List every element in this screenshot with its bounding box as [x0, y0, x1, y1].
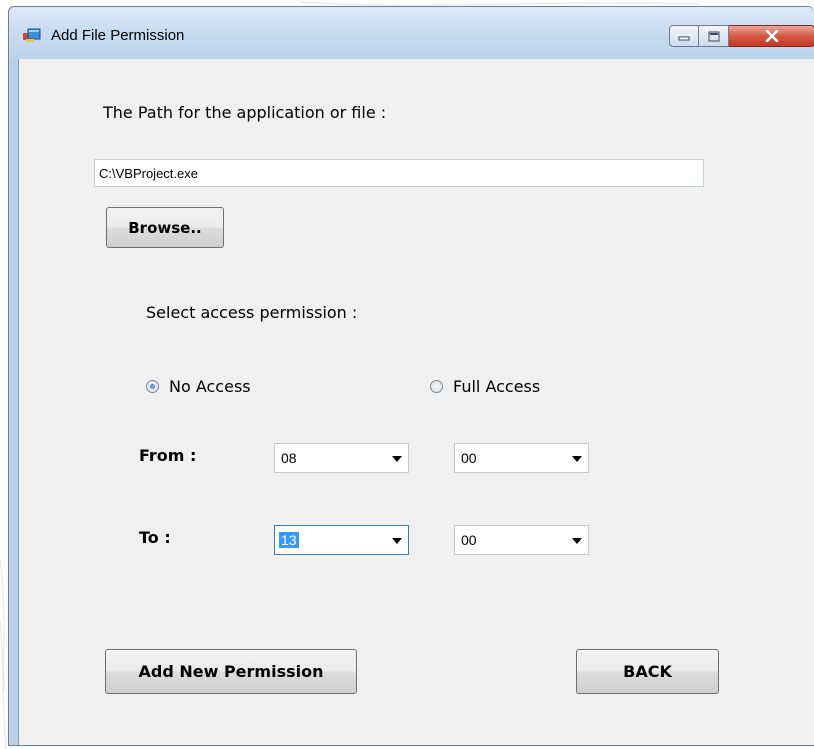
- maximize-button[interactable]: [699, 25, 729, 47]
- path-label: The Path for the application or file :: [103, 103, 387, 122]
- to-minute-value: 00: [461, 532, 477, 548]
- to-label: To :: [139, 528, 171, 547]
- client-area: The Path for the application or file : B…: [18, 59, 814, 745]
- close-icon: [765, 30, 778, 42]
- radio-button-checked[interactable]: [146, 380, 159, 393]
- chevron-down-icon[interactable]: [392, 538, 402, 544]
- radio-full-access[interactable]: Full Access: [430, 377, 540, 396]
- window-title: Add File Permission: [51, 27, 185, 44]
- to-minute-select[interactable]: 00: [454, 525, 589, 555]
- from-hour-value: 08: [281, 450, 297, 466]
- radio-no-access-label: No Access: [169, 377, 251, 396]
- chevron-down-icon[interactable]: [572, 456, 582, 462]
- to-hour-value: 13: [279, 532, 299, 548]
- app-icon: [23, 28, 41, 42]
- minimize-button[interactable]: [669, 25, 699, 47]
- chevron-down-icon[interactable]: [392, 456, 402, 462]
- maximize-icon: [708, 31, 719, 41]
- from-label: From :: [139, 446, 197, 465]
- back-button[interactable]: BACK: [576, 649, 719, 694]
- minimize-icon: [678, 36, 690, 41]
- path-input[interactable]: [94, 159, 704, 187]
- from-hour-select[interactable]: 08: [274, 443, 409, 473]
- from-minute-value: 00: [461, 450, 477, 466]
- from-minute-select[interactable]: 00: [454, 443, 589, 473]
- dialog-window: Add File Permission The Path for the app…: [8, 6, 814, 746]
- browse-button[interactable]: Browse..: [106, 207, 224, 248]
- radio-no-access[interactable]: No Access: [146, 377, 251, 396]
- close-button[interactable]: [729, 25, 814, 47]
- permission-label: Select access permission :: [146, 303, 358, 322]
- add-new-permission-button[interactable]: Add New Permission: [105, 649, 357, 694]
- radio-full-access-label: Full Access: [453, 377, 541, 396]
- to-hour-select[interactable]: 13: [274, 525, 409, 555]
- chevron-down-icon[interactable]: [572, 538, 582, 544]
- radio-button-unchecked[interactable]: [430, 380, 443, 393]
- title-bar[interactable]: Add File Permission: [9, 7, 814, 59]
